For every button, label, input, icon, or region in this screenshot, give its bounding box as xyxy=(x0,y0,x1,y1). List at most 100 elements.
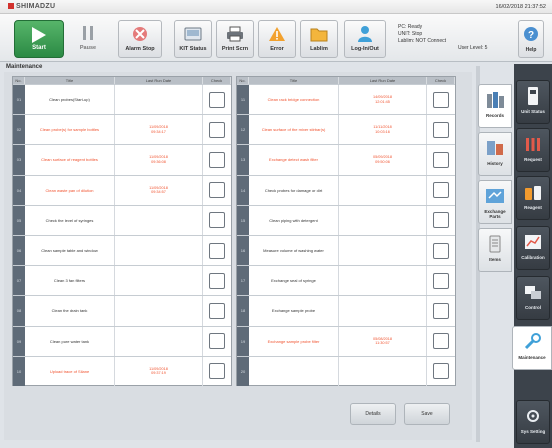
request-icon xyxy=(517,133,549,155)
check-checkbox[interactable] xyxy=(209,242,225,259)
check-checkbox[interactable] xyxy=(209,212,225,229)
maintenance-item-title: Clean probe(s) for sample bottles xyxy=(25,115,115,145)
check-checkbox[interactable] xyxy=(433,242,449,259)
pause-button[interactable]: Pause xyxy=(70,20,106,58)
check-checkbox[interactable] xyxy=(209,121,225,138)
print-screen-button[interactable]: Print Scrn xyxy=(216,20,254,58)
check-checkbox[interactable] xyxy=(209,333,225,350)
nav-reagent[interactable]: Reagent xyxy=(516,176,550,220)
brand-logo: SHIMADZU xyxy=(8,3,55,10)
help-button[interactable]: ? Help xyxy=(518,20,544,58)
table-row[interactable]: 02 Clean probe(s) for sample bottles 11/09… xyxy=(13,114,231,145)
maintenance-item-title: Clean probes(Start-up) xyxy=(25,85,115,115)
check-checkbox[interactable] xyxy=(433,333,449,350)
brand-mark-icon xyxy=(8,3,14,9)
error-button[interactable]: Error xyxy=(258,20,296,58)
page-title: Maintenance xyxy=(6,64,43,70)
history-icon xyxy=(479,137,511,159)
tab-items[interactable]: Items xyxy=(478,228,512,272)
lablim-button[interactable]: Lablim xyxy=(300,20,338,58)
maintenance-item-title: Clean piping with detergent xyxy=(249,205,339,235)
last-run-date: 05/08/2018 11:30:57 xyxy=(339,326,427,356)
alarm-stop-button[interactable]: Alarm Stop xyxy=(118,20,162,58)
table-row[interactable]: 06 Clean sample table and window xyxy=(13,234,231,266)
table-row[interactable]: 07 Clean 3 fan filters xyxy=(13,265,231,296)
nav-sys-setting[interactable]: Sys Setting xyxy=(516,400,550,444)
check-checkbox[interactable] xyxy=(433,212,449,229)
table-row[interactable]: 11 Clean rack bridge connection 14/09/2018… xyxy=(237,84,455,115)
check-checkbox[interactable] xyxy=(209,363,225,380)
nav-maintenance[interactable]: Maintenance xyxy=(512,326,552,370)
table-row[interactable]: 17 Exchange seal of syringe xyxy=(237,265,455,296)
row-number: 13 xyxy=(237,145,249,175)
table-row[interactable]: 12 Clean surface of the mixer stirbar(s) 1… xyxy=(237,114,455,145)
lablim-status: Lablim: NOT Connect xyxy=(398,38,446,44)
last-run-date xyxy=(115,326,203,356)
table-row[interactable]: 14 Check probes for damage or dirt xyxy=(237,174,455,205)
check-checkbox[interactable] xyxy=(433,363,449,380)
maintenance-item-title: Upload trace of Silane xyxy=(25,356,115,386)
unit-status: UNIT: Stop xyxy=(398,31,423,37)
maintenance-item-title: Clean the drain tank xyxy=(25,296,115,326)
check-checkbox[interactable] xyxy=(433,272,449,289)
user-level: User Level: 5 xyxy=(458,45,488,51)
check-checkbox[interactable] xyxy=(433,151,449,168)
table-row[interactable]: 08 Clean the drain tank xyxy=(13,295,231,326)
check-checkbox[interactable] xyxy=(433,302,449,319)
save-button[interactable]: Save xyxy=(404,403,450,425)
check-checkbox[interactable] xyxy=(209,91,225,108)
check-checkbox[interactable] xyxy=(433,121,449,138)
table-row[interactable]: 13 Exchange detect wash filter 05/09/2018 … xyxy=(237,144,455,175)
reagent-icon xyxy=(517,181,549,203)
table-row[interactable]: 05 Check the level of syringes xyxy=(13,204,231,235)
check-cell xyxy=(427,236,455,265)
tab-exchange-parts[interactable]: Exchange Parts xyxy=(478,180,512,224)
check-checkbox[interactable] xyxy=(209,182,225,199)
check-cell xyxy=(427,327,455,356)
table-row[interactable]: 09 Clean pure water tank xyxy=(13,325,231,356)
kit-status-button[interactable]: KIT Status xyxy=(174,20,212,58)
tab-records[interactable]: Records xyxy=(478,84,512,128)
check-cell xyxy=(203,145,231,174)
records-icon xyxy=(479,89,511,111)
check-cell xyxy=(427,266,455,295)
datetime: 16/02/2018 21:37:52 xyxy=(495,4,546,10)
last-run-date xyxy=(339,356,427,386)
check-checkbox[interactable] xyxy=(433,91,449,108)
check-cell xyxy=(427,176,455,205)
start-button[interactable]: Start xyxy=(14,20,64,58)
maintenance-item-title: Exchange sample probe xyxy=(249,296,339,326)
details-button[interactable]: Details xyxy=(350,403,396,425)
table-row[interactable]: 04 Clean waste pan of dilution 11/09/2018 … xyxy=(13,174,231,205)
maintenance-item-title: Check the level of syringes xyxy=(25,205,115,235)
check-checkbox[interactable] xyxy=(209,302,225,319)
table-header: No. Title Last Run Date Check xyxy=(13,77,231,84)
maintenance-item-title: Exchange seal of syringe xyxy=(249,266,339,296)
maintenance-item-title: Clean waste pan of dilution xyxy=(25,175,115,205)
check-cell xyxy=(427,145,455,174)
check-checkbox[interactable] xyxy=(209,151,225,168)
nav-request[interactable]: Request xyxy=(516,128,550,172)
row-number: 19 xyxy=(237,326,249,356)
log-in-out-button[interactable]: Log-In/Out xyxy=(344,20,386,58)
nav-control[interactable]: Control xyxy=(516,276,550,320)
table-row[interactable]: 18 Exchange sample probe xyxy=(237,295,455,326)
check-checkbox[interactable] xyxy=(209,272,225,289)
maintenance-item-title: Measure volume of washing water xyxy=(249,235,339,266)
table-row[interactable]: 16 Measure volume of washing water xyxy=(237,234,455,266)
table-row[interactable]: 20 xyxy=(237,355,455,386)
nav-calibration[interactable]: Calibration xyxy=(516,226,550,270)
tab-history[interactable]: History xyxy=(478,132,512,176)
table-row[interactable]: 19 Exchange sample probe filter 05/08/2018… xyxy=(237,325,455,356)
unit-status-icon xyxy=(517,85,549,107)
row-number: 06 xyxy=(13,235,25,266)
row-number: 01 xyxy=(13,85,25,115)
nav-unit-status[interactable]: Unit Status xyxy=(516,80,550,124)
table-row[interactable]: 01 Clean probes(Start-up) xyxy=(13,84,231,115)
last-run-date xyxy=(115,85,203,115)
check-checkbox[interactable] xyxy=(433,182,449,199)
settings-icon xyxy=(517,405,549,427)
table-row[interactable]: 15 Clean piping with detergent xyxy=(237,204,455,235)
table-row[interactable]: 03 Clean surface of reagent bottles 11/09/… xyxy=(13,144,231,175)
table-row[interactable]: 10 Upload trace of Silane 11/09/2018 09:37… xyxy=(13,355,231,386)
